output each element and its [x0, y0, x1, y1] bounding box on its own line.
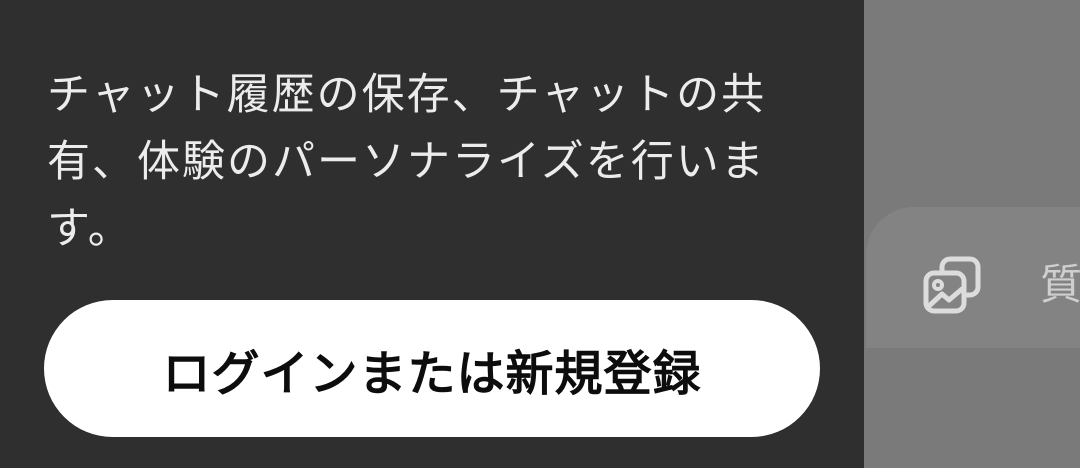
composer-card: 質 — [866, 207, 1080, 348]
login-prompt-text: チャット履歴の保存、チャットの共有、体験のパーソナライズを行います。 — [47, 70, 767, 254]
sidebar-drawer: チャット履歴の保存、チャットの共有、体験のパーソナライズを行います。 ログインま… — [0, 0, 864, 468]
image-icon[interactable] — [920, 253, 984, 317]
app-root: チャット履歴の保存、チャットの共有、体験のパーソナライズを行います。 ログインま… — [0, 0, 1080, 468]
login-signup-button[interactable]: ログインまたは新規登録 — [44, 300, 820, 437]
drawer-overlay[interactable]: 質 — [864, 0, 1080, 468]
message-input[interactable]: 質 — [1040, 259, 1080, 311]
